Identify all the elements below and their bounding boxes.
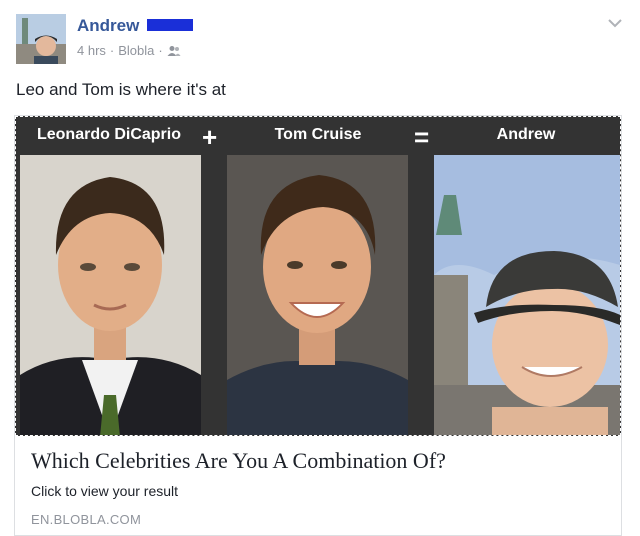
- label-tom: Tom Cruise: [274, 126, 362, 143]
- photo-leonardo: [20, 155, 201, 435]
- equals-sign: =: [414, 122, 430, 152]
- author-name[interactable]: Andrew: [77, 16, 139, 36]
- name-redaction: [147, 19, 193, 31]
- post-text: Leo and Tom is where it's at: [16, 80, 226, 99]
- link-domain: EN.BLOBLA.COM: [31, 512, 142, 527]
- friends-icon[interactable]: [167, 45, 181, 57]
- photo-tom: [227, 155, 408, 435]
- result-image[interactable]: Leonardo DiCaprio + Tom Cruise = Andrew: [15, 116, 621, 436]
- post-source[interactable]: Blobla: [118, 43, 154, 58]
- meta-separator: ·: [109, 43, 115, 58]
- label-andrew: Andrew: [496, 126, 556, 143]
- label-leonardo: Leonardo DiCaprio: [36, 126, 181, 143]
- post-meta: 4 hrs · Blobla ·: [77, 43, 181, 58]
- chevron-down-icon[interactable]: [606, 14, 624, 32]
- link-attachment-card[interactable]: Leonardo DiCaprio + Tom Cruise = Andrew: [14, 115, 622, 536]
- plus-sign: +: [202, 122, 218, 152]
- post-time[interactable]: 4 hrs: [77, 43, 106, 58]
- photo-andrew: [434, 155, 620, 435]
- link-title[interactable]: Which Celebrities Are You A Combination …: [31, 448, 446, 474]
- link-description: Click to view your result: [31, 483, 179, 499]
- meta-separator: ·: [158, 43, 163, 58]
- author-avatar[interactable]: [16, 14, 66, 64]
- avatar-image: [16, 14, 66, 64]
